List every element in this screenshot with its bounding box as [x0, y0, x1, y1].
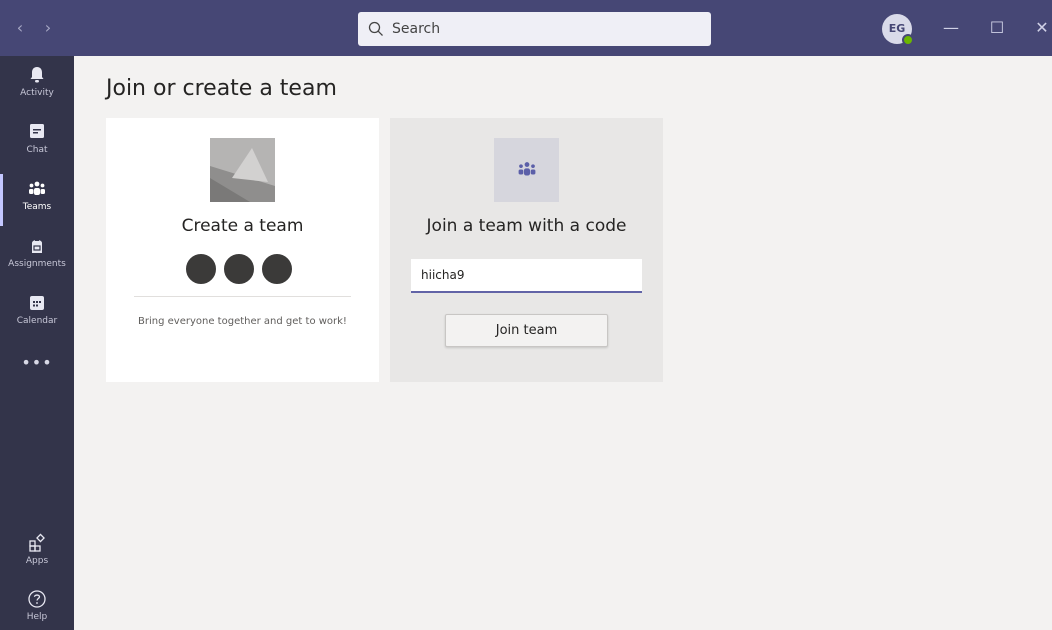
forward-button[interactable]: › — [40, 18, 56, 38]
team-code-input[interactable] — [411, 259, 642, 293]
main-content: Join or create a team Create a team Brin… — [74, 56, 1052, 630]
presence-available-icon — [902, 34, 914, 46]
teams-window: ‹ › Search EG — ☐ ✕ Activity Chat Teams … — [0, 0, 1052, 630]
join-team-title: Join a team with a code — [426, 216, 627, 236]
assignments-icon — [32, 239, 42, 253]
teams-icon — [518, 162, 535, 176]
rail-item-assignments[interactable]: Assignments — [0, 231, 74, 283]
close-button[interactable]: ✕ — [1028, 14, 1052, 42]
rail-item-help[interactable]: Help — [0, 584, 74, 630]
search-box[interactable]: Search — [358, 12, 711, 46]
rail-item-label: Apps — [25, 556, 49, 566]
back-button[interactable]: ‹ — [12, 18, 28, 38]
rail-item-label: Chat — [26, 145, 48, 155]
minimize-button[interactable]: — — [937, 14, 965, 42]
rail-item-activity[interactable]: Activity — [0, 60, 74, 112]
create-team-image-icon — [210, 138, 275, 202]
join-team-card: Join a team with a code Join team — [390, 118, 663, 382]
help-icon — [28, 590, 46, 608]
create-team-description: Bring everyone together and get to work! — [138, 316, 347, 327]
join-team-icon-box — [494, 138, 559, 202]
join-team-button[interactable]: Join team — [445, 314, 608, 347]
page-title: Join or create a team — [106, 76, 337, 101]
chat-icon — [30, 124, 44, 138]
search-placeholder: Search — [392, 21, 441, 37]
rail-item-calendar[interactable]: Calendar — [0, 288, 74, 340]
teams-icon — [29, 181, 45, 195]
title-bar: ‹ › Search EG — ☐ ✕ — [0, 0, 1052, 56]
search-icon — [368, 21, 383, 36]
rail-item-label: Assignments — [8, 259, 66, 269]
member-avatar — [260, 252, 294, 286]
calendar-icon — [30, 296, 44, 310]
create-team-title: Create a team — [181, 216, 304, 236]
rail-item-label: Help — [26, 612, 48, 622]
create-team-card[interactable]: Create a team Bring everyone together an… — [106, 118, 379, 382]
app-bar: Activity Chat Teams Assignments Calendar… — [0, 56, 74, 630]
rail-item-teams[interactable]: Teams — [0, 174, 74, 226]
rail-item-apps[interactable]: Apps — [0, 528, 74, 580]
member-avatar — [222, 252, 256, 286]
maximize-button[interactable]: ☐ — [983, 14, 1011, 42]
rail-item-label: Calendar — [16, 316, 58, 326]
card-divider — [134, 296, 351, 297]
apps-icon — [29, 533, 45, 552]
member-avatars — [184, 252, 304, 286]
bell-icon — [30, 67, 44, 83]
rail-item-chat[interactable]: Chat — [0, 117, 74, 169]
member-avatar — [184, 252, 218, 286]
more-apps-button[interactable]: ••• — [0, 353, 74, 372]
rail-item-label: Teams — [22, 202, 52, 212]
rail-item-label: Activity — [20, 88, 54, 98]
active-indicator — [0, 174, 3, 226]
